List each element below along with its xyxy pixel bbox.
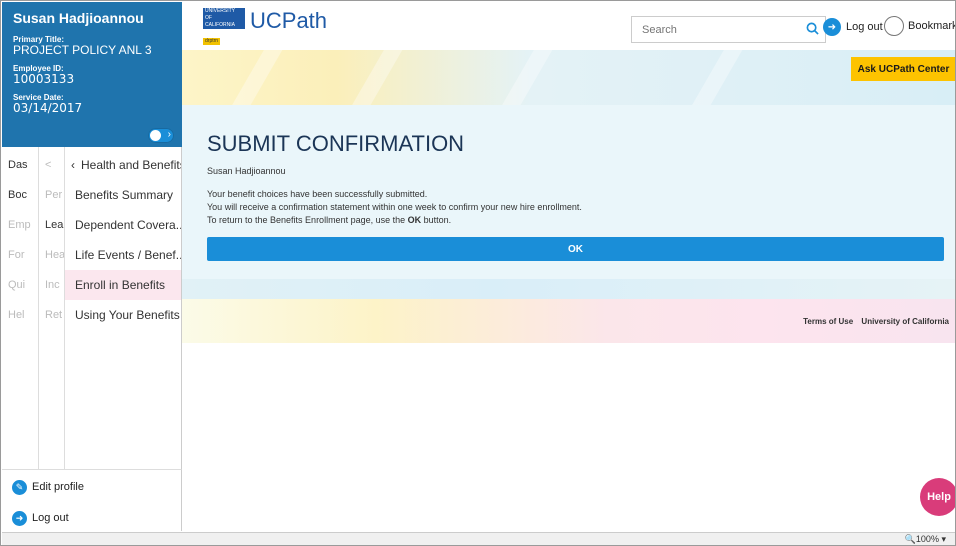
chevron-left-icon: ‹ [71, 158, 75, 172]
ask-ucpath-center-button[interactable]: Ask UCPath Center [851, 57, 955, 81]
employee-name: Susan Hadjioannou [207, 166, 286, 176]
profile-name: Susan Hadjioannou [13, 10, 144, 26]
header-logout-label: Log out [846, 21, 883, 33]
footer: Terms of Use University of California [182, 279, 955, 343]
footer-band [182, 279, 955, 299]
nav-item-forms[interactable]: For [2, 240, 38, 270]
help-button[interactable]: Help [920, 478, 955, 516]
confirmation-message: Your benefit choices have been successfu… [207, 189, 428, 199]
zoom-icon: 🔍 [904, 534, 916, 544]
return-instructions-post: button. [421, 215, 452, 225]
header-banner: Ask UCPath Center [182, 50, 955, 105]
header-logout-button[interactable]: ➜ Log out [823, 18, 883, 36]
confirmation-statement-message: You will receive a confirmation statemen… [207, 202, 582, 212]
banner-stripe [483, 50, 557, 105]
logout-icon: ➜ [823, 18, 841, 36]
banner-stripe [333, 50, 407, 105]
nav-item-personal[interactable]: Per [39, 180, 64, 210]
nav-item-using-your-benefits[interactable]: Using Your Benefits [65, 300, 181, 330]
toggle-knob [150, 130, 161, 141]
zoom-level: 100% [915, 534, 939, 544]
browser-window: Susan Hadjioannou Primary Title: PROJECT… [0, 0, 956, 546]
nav-item-benefits-summary[interactable]: Benefits Summary [65, 180, 181, 210]
logo-california: CALIFORNIA [203, 22, 245, 29]
nav-column-health-benefits: ‹ Health and Benefits Benefits Summary De… [65, 147, 182, 469]
nav-header-health-benefits[interactable]: ‹ Health and Benefits [65, 150, 181, 180]
nav-item-retirement[interactable]: Ret [39, 300, 64, 330]
status-bar: 🔍100% ▾ [2, 532, 955, 545]
logo-badge: drptrn [203, 38, 221, 45]
nav-item-quick-links[interactable]: Qui [2, 270, 38, 300]
uc-logo[interactable]: UNIVERSITY OF CALIFORNIA drptrn [203, 8, 245, 47]
nav-item-help[interactable]: Hel [2, 300, 38, 330]
nav-item-income[interactable]: Inc [39, 270, 64, 300]
return-instructions: To return to the Benefits Enrollment pag… [207, 215, 451, 225]
pencil-icon: ✎ [12, 479, 27, 495]
edit-profile-button[interactable]: ✎ Edit profile [12, 477, 84, 497]
edit-profile-label: Edit profile [32, 481, 84, 493]
nav-item-dashboard[interactable]: Das [2, 150, 38, 180]
profile-panel: Susan Hadjioannou Primary Title: PROJECT… [2, 2, 182, 147]
nav-item-employee[interactable]: Emp [2, 210, 38, 240]
app-title[interactable]: UCPath [250, 8, 327, 34]
service-date: 03/14/2017 [13, 101, 83, 115]
footer-links: Terms of Use University of California [797, 317, 949, 326]
nav-column-sub: < Per Lea Hea Inc Ret [39, 147, 65, 469]
page-title: SUBMIT CONFIRMATION [207, 131, 465, 156]
employee-id: 10003133 [13, 72, 75, 86]
return-instructions-pre: To return to the Benefits Enrollment pag… [207, 215, 408, 225]
search-input[interactable] [632, 17, 792, 42]
chevron-down-icon: ▾ [941, 534, 946, 544]
nav-header-label: Health and Benefits [81, 158, 181, 172]
ok-button[interactable]: OK [207, 237, 944, 261]
terms-of-use-link[interactable]: Terms of Use [803, 317, 853, 326]
nav-item-leave[interactable]: Lea [39, 210, 64, 240]
bookmark-icon [884, 16, 904, 36]
nav-item-dependent-coverage[interactable]: Dependent Covera... [65, 210, 181, 240]
chevron-right-icon: › [167, 129, 171, 140]
nav-item-bookmarks[interactable]: Boc [2, 180, 38, 210]
bookmark-label: Bookmark [908, 20, 956, 32]
search-icon[interactable] [806, 22, 819, 35]
app-header: UNIVERSITY OF CALIFORNIA drptrn UCPath ➜… [182, 2, 956, 50]
confirmation-panel: SUBMIT CONFIRMATION Susan Hadjioannou Yo… [182, 105, 955, 279]
nav-item-enroll-in-benefits[interactable]: Enroll in Benefits [65, 270, 181, 300]
nav-back-arrow[interactable]: < [39, 150, 64, 180]
return-instructions-ok: OK [407, 215, 422, 225]
nav-column-main: Das Boc Emp For Qui Hel [2, 147, 39, 469]
profile-toggle[interactable]: › [148, 128, 174, 143]
nav-bottom-actions: ✎ Edit profile ➜ Log out [2, 469, 182, 531]
primary-title: PROJECT POLICY ANL 3 [13, 43, 152, 57]
logout-icon: ➜ [12, 510, 27, 526]
nav-logout-label: Log out [32, 512, 69, 524]
banner-stripe [213, 50, 287, 105]
bookmark-button[interactable]: Bookmark [884, 16, 956, 36]
nav-logout-button[interactable]: ➜ Log out [12, 508, 69, 528]
logo-of: OF [203, 15, 245, 22]
university-of-california-link[interactable]: University of California [861, 317, 949, 326]
nav-item-life-events[interactable]: Life Events / Benef... [65, 240, 181, 270]
zoom-control[interactable]: 🔍100% ▾ [905, 534, 946, 545]
banner-stripe [673, 50, 747, 105]
search-box [631, 16, 826, 43]
nav-item-health[interactable]: Hea [39, 240, 64, 270]
logo-university: UNIVERSITY [203, 8, 245, 15]
